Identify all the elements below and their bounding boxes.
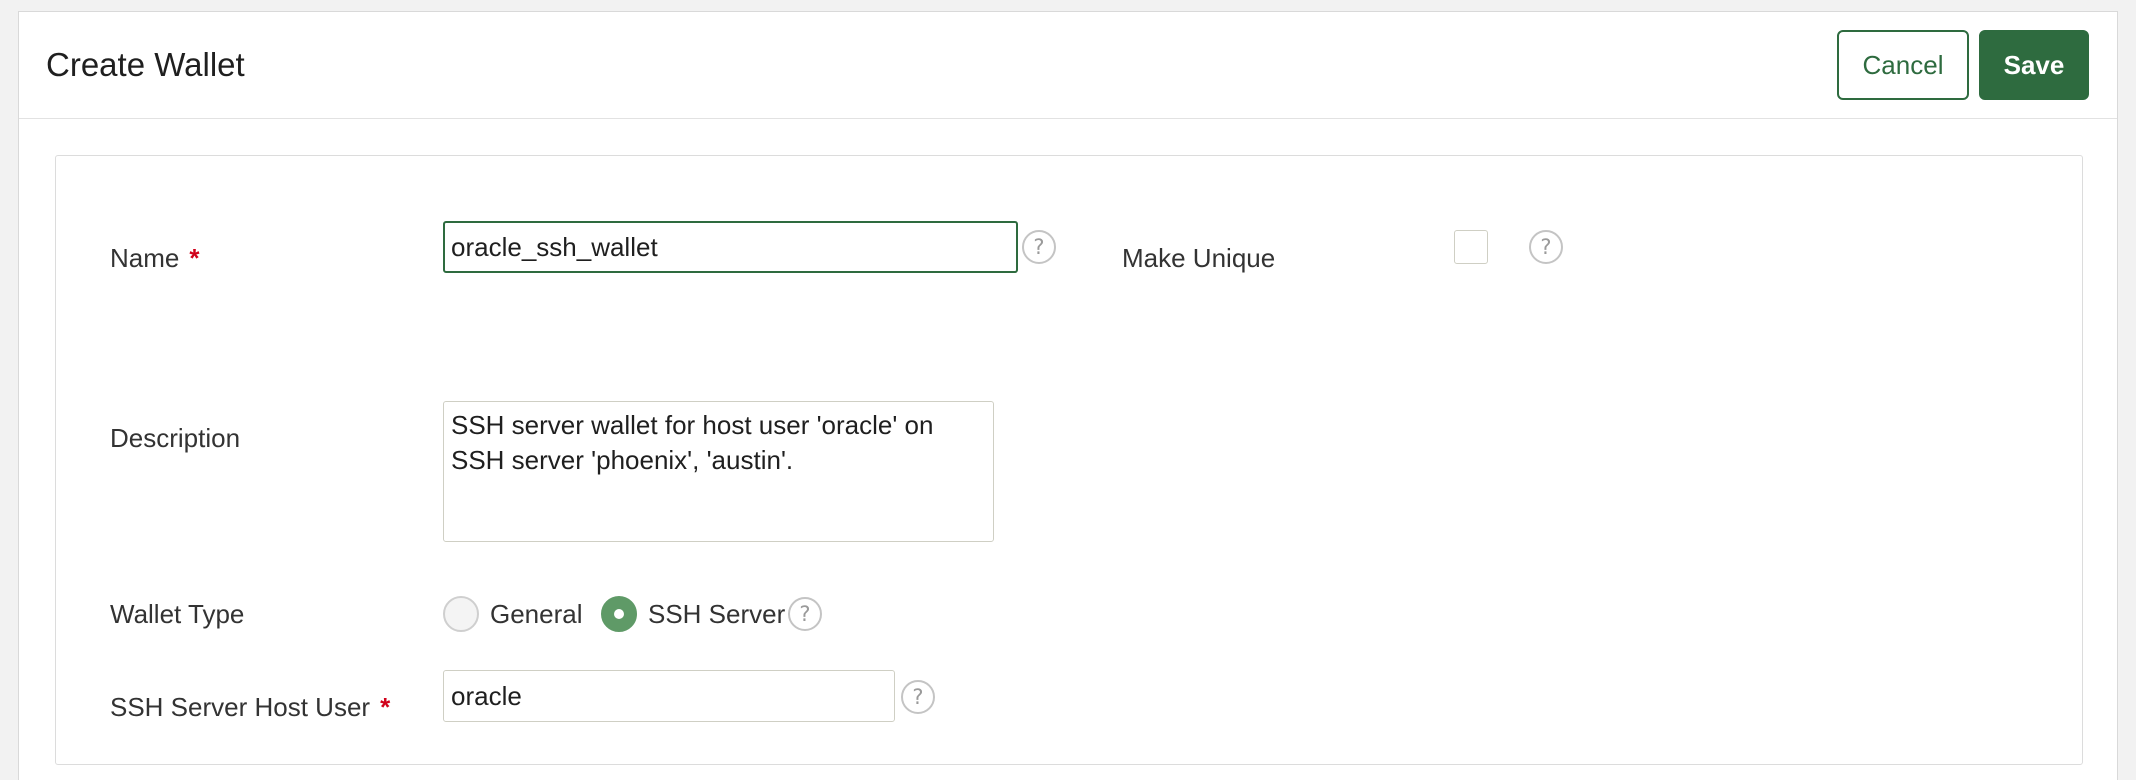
wallet-type-general-radio[interactable]: [443, 596, 479, 632]
name-field-value: oracle_ssh_wallet: [451, 232, 658, 262]
cancel-button[interactable]: Cancel: [1837, 30, 1969, 100]
ssh-host-user-label: SSH Server Host User *: [110, 691, 390, 723]
name-label: Name *: [110, 242, 199, 274]
ssh-host-user-label-text: SSH Server Host User: [110, 692, 371, 722]
wallet-type-general-label[interactable]: General: [490, 598, 583, 630]
wallet-type-label: Wallet Type: [110, 599, 245, 629]
ssh-host-user-field[interactable]: oracle: [443, 670, 895, 722]
wallet-type-ssh-server-label[interactable]: SSH Server: [648, 598, 785, 630]
save-button[interactable]: Save: [1979, 30, 2089, 100]
dialog-header: Create Wallet Cancel Save: [19, 12, 2117, 119]
description-label: Description: [110, 423, 241, 453]
create-wallet-dialog: Create Wallet Cancel Save Name * oracle_s…: [18, 11, 2118, 780]
name-required-marker: *: [189, 243, 200, 273]
form-region: Name * oracle_ssh_wallet ? Make Unique ? …: [55, 155, 2083, 765]
description-textarea[interactable]: SSH server wallet for host user 'oracle'…: [443, 401, 994, 542]
page-title: Create Wallet: [46, 46, 245, 83]
name-help-icon[interactable]: ?: [1022, 230, 1056, 264]
name-label-text: Name: [110, 243, 180, 273]
ssh-host-user-required-marker: *: [380, 692, 391, 722]
description-value: SSH server wallet for host user 'oracle'…: [451, 410, 934, 475]
wallet-type-help-icon[interactable]: ?: [788, 597, 822, 631]
make-unique-label: Make Unique: [1122, 243, 1276, 273]
ssh-host-user-help-icon[interactable]: ?: [901, 680, 935, 714]
name-field[interactable]: oracle_ssh_wallet: [443, 221, 1018, 273]
ssh-host-user-value: oracle: [451, 681, 522, 711]
wallet-type-ssh-server-radio[interactable]: [601, 596, 637, 632]
make-unique-checkbox[interactable]: [1454, 230, 1488, 264]
make-unique-help-icon[interactable]: ?: [1529, 230, 1563, 264]
